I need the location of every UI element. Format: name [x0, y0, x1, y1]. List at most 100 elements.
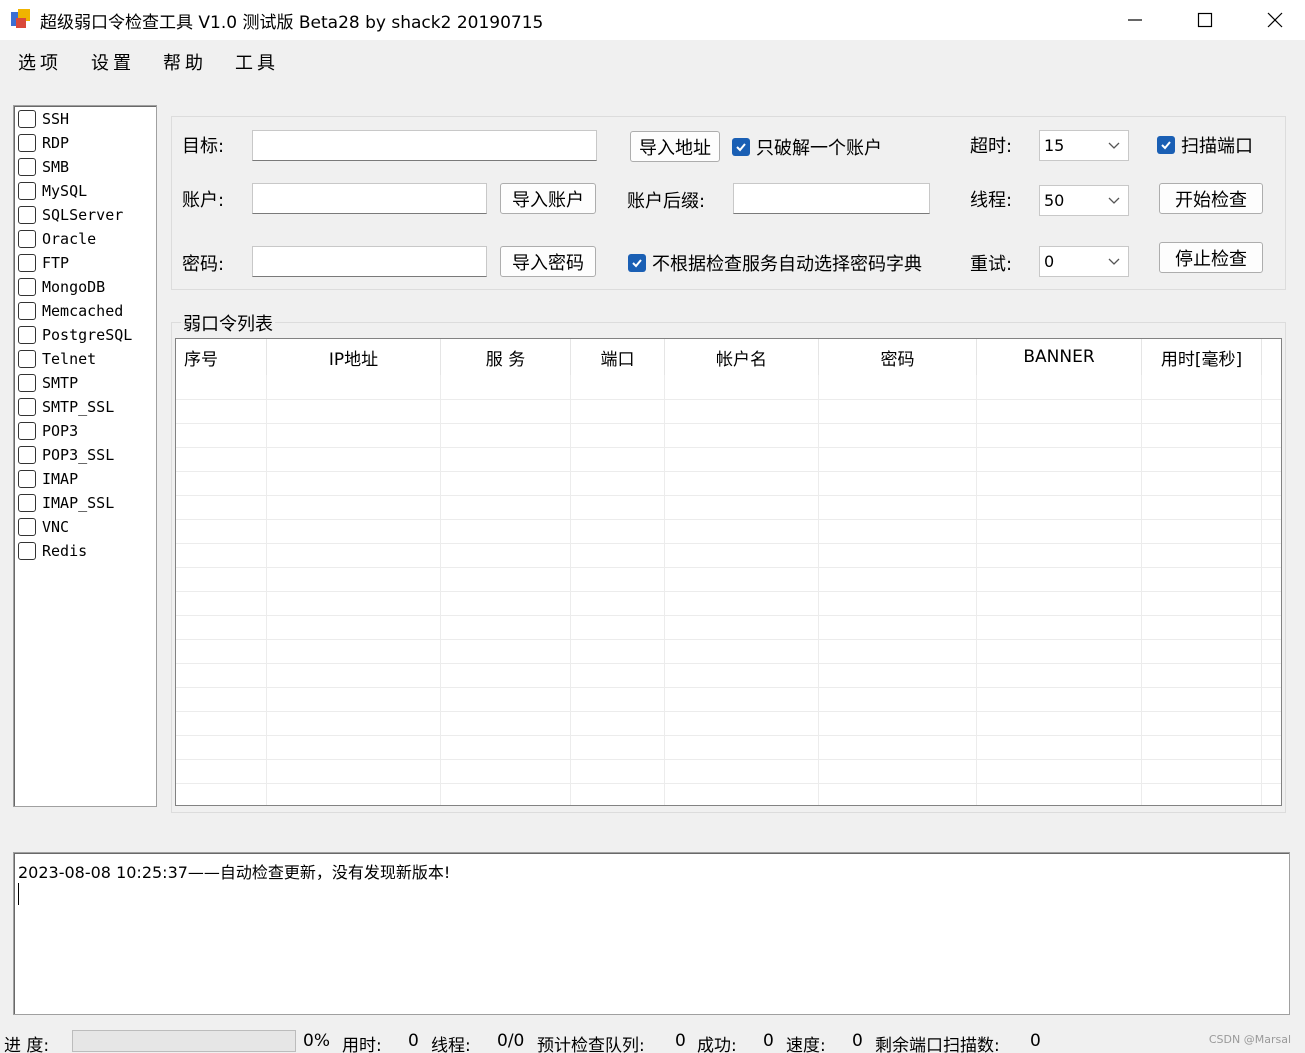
status-bar: 进 度: 0% 用时: 0 线程: 0/0 预计检查队列: 0 成功: 0 速度…: [0, 1027, 1305, 1053]
app-icon: [11, 9, 30, 28]
no-auto-dict-label: 不根据检查服务自动选择密码字典: [652, 254, 922, 275]
account-input[interactable]: [252, 183, 487, 214]
progress-percent: 0%: [303, 1031, 330, 1051]
timeout-select[interactable]: 15: [1039, 130, 1129, 161]
column-header[interactable]: 端口: [571, 339, 665, 375]
row-divider: [176, 639, 1281, 640]
protocol-checkbox-imap-ssl[interactable]: IMAP_SSL: [18, 492, 114, 514]
text-caret: [18, 883, 19, 905]
import-address-button[interactable]: 导入地址: [630, 131, 720, 162]
checkbox-icon: [18, 110, 36, 128]
protocol-checkbox-mysql[interactable]: MySQL: [18, 180, 87, 202]
results-table[interactable]: 序号 IP地址服 务端口 帐户名 密码 BANNER 用时[毫秒]: [175, 338, 1282, 806]
queue-label: 预计检查队列:: [537, 1036, 645, 1053]
column-header[interactable]: 序号: [176, 339, 267, 375]
protocol-checkbox-pop3[interactable]: POP3: [18, 420, 78, 442]
chevron-down-icon: [1108, 142, 1120, 149]
column-divider: [1141, 375, 1142, 805]
crack-one-checkbox[interactable]: 只破解一个账户: [732, 134, 882, 160]
protocol-checkbox-ftp[interactable]: FTP: [18, 252, 69, 274]
row-divider: [176, 591, 1281, 592]
protocol-checkbox-smtp-ssl[interactable]: SMTP_SSL: [18, 396, 114, 418]
threads-status-label: 线程:: [431, 1036, 471, 1053]
column-header[interactable]: 帐户名: [665, 339, 819, 375]
checkbox-icon: [18, 254, 36, 272]
start-check-button[interactable]: 开始检查: [1159, 183, 1263, 214]
protocol-checkbox-rdp[interactable]: RDP: [18, 132, 69, 154]
protocol-checkbox-sqlserver[interactable]: SQLServer: [18, 204, 123, 226]
protocol-label: Memcached: [42, 302, 124, 320]
checkbox-icon: [18, 470, 36, 488]
protocol-checkbox-pop3-ssl[interactable]: POP3_SSL: [18, 444, 114, 466]
protocol-checkbox-memcached[interactable]: Memcached: [18, 300, 123, 322]
protocol-checkbox-imap[interactable]: IMAP: [18, 468, 78, 490]
protocol-checkbox-postgresql[interactable]: PostgreSQL: [18, 324, 132, 346]
checkbox-icon: [18, 206, 36, 224]
ports-label: 剩余端口扫描数:: [875, 1036, 1000, 1053]
target-input[interactable]: [252, 130, 597, 161]
row-divider: [176, 663, 1281, 664]
column-header[interactable]: 服 务: [441, 339, 571, 375]
protocol-checkbox-smtp[interactable]: SMTP: [18, 372, 78, 394]
checkbox-icon: [18, 494, 36, 512]
account-suffix-input[interactable]: [733, 183, 930, 214]
protocol-checkbox-oracle[interactable]: Oracle: [18, 228, 96, 250]
scan-port-label: 扫描端口: [1181, 136, 1253, 157]
row-divider: [176, 399, 1281, 400]
protocol-label: Oracle: [42, 230, 97, 248]
protocol-label: POP3_SSL: [42, 446, 115, 464]
protocol-checkbox-ssh[interactable]: SSH: [18, 108, 69, 130]
log-line: 2023-08-08 10:25:37——自动检查更新，没有发现新版本!: [18, 863, 451, 882]
column-divider: [570, 375, 571, 805]
threads-status-value: 0/0: [497, 1031, 525, 1051]
checkbox-icon: [18, 278, 36, 296]
column-header[interactable]: 密码: [819, 339, 977, 375]
protocol-label: MySQL: [42, 182, 88, 200]
column-header[interactable]: IP地址: [267, 339, 441, 375]
speed-label: 速度:: [786, 1036, 826, 1053]
threads-label: 线程:: [970, 190, 1013, 211]
protocol-list: SSH RDP SMB MySQL SQLServer Oracle FTP MongoDB M…: [13, 105, 157, 807]
threads-value: 50: [1044, 191, 1065, 210]
threads-select[interactable]: 50: [1039, 185, 1129, 216]
minimize-button[interactable]: [1100, 0, 1170, 40]
protocol-checkbox-redis[interactable]: Redis: [18, 540, 87, 562]
protocol-label: POP3: [42, 422, 79, 440]
protocol-checkbox-mongodb[interactable]: MongoDB: [18, 276, 105, 298]
column-header[interactable]: 用时[毫秒]: [1142, 339, 1262, 375]
import-account-button[interactable]: 导入账户: [500, 183, 596, 214]
row-divider: [176, 711, 1281, 712]
row-divider: [176, 519, 1281, 520]
close-button[interactable]: [1240, 0, 1305, 40]
protocol-checkbox-vnc[interactable]: VNC: [18, 516, 69, 538]
menu-help[interactable]: 帮助: [163, 49, 207, 75]
import-password-button[interactable]: 导入密码: [500, 246, 596, 277]
menu-bar: 选项 设置 帮助 工具: [0, 40, 1305, 80]
no-auto-dict-checkbox[interactable]: 不根据检查服务自动选择密码字典: [628, 250, 922, 276]
crack-one-label: 只破解一个账户: [756, 138, 882, 159]
menu-tools[interactable]: 工具: [235, 49, 279, 75]
column-header[interactable]: BANNER: [977, 339, 1142, 375]
protocol-label: MongoDB: [42, 278, 106, 296]
scan-port-checkbox[interactable]: 扫描端口: [1157, 132, 1253, 158]
menu-options[interactable]: 选项: [18, 49, 62, 75]
retry-value: 0: [1044, 252, 1055, 271]
stop-check-button[interactable]: 停止检查: [1159, 242, 1263, 273]
retry-select[interactable]: 0: [1039, 246, 1129, 277]
protocol-checkbox-smb[interactable]: SMB: [18, 156, 69, 178]
menu-settings[interactable]: 设置: [91, 49, 135, 75]
maximize-button[interactable]: [1170, 0, 1240, 40]
checkbox-icon: [18, 542, 36, 560]
title-bar: 超级弱口令检查工具 V1.0 测试版 Beta28 by shack2 2019…: [0, 0, 1305, 40]
password-label: 密码:: [182, 254, 225, 275]
results-group-title: 弱口令列表: [181, 310, 275, 336]
log-textarea[interactable]: 2023-08-08 10:25:37——自动检查更新，没有发现新版本!: [13, 852, 1290, 1015]
protocol-checkbox-telnet[interactable]: Telnet: [18, 348, 96, 370]
row-divider: [176, 783, 1281, 784]
password-input[interactable]: [252, 246, 487, 277]
maximize-icon: [1197, 12, 1213, 28]
checkbox-icon: [18, 398, 36, 416]
retry-label: 重试:: [970, 254, 1013, 275]
checkbox-icon: [18, 422, 36, 440]
row-divider: [176, 735, 1281, 736]
